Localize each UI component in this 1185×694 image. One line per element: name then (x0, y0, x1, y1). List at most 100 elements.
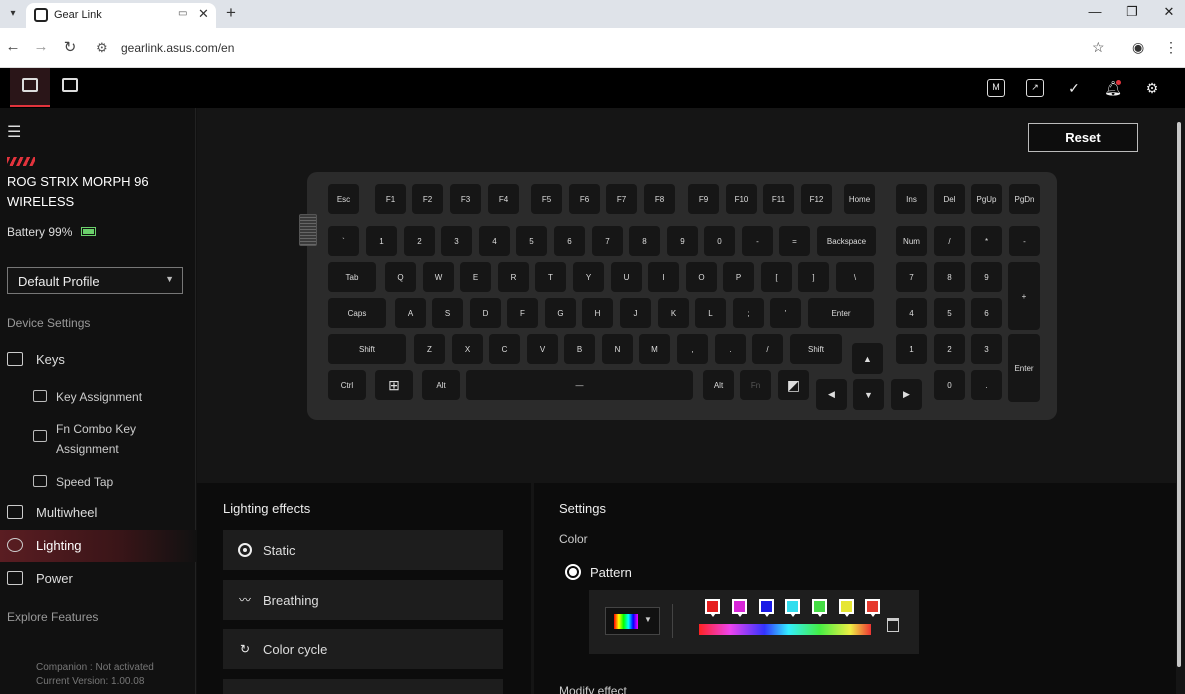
color-stop-handle[interactable] (839, 599, 854, 617)
minimize-button[interactable]: — (1085, 4, 1105, 19)
key[interactable]: PgUp (971, 184, 1002, 214)
key[interactable]: 4 (479, 226, 510, 256)
key[interactable]: Shift (790, 334, 842, 364)
key[interactable]: . (971, 370, 1002, 400)
key[interactable]: Z (414, 334, 445, 364)
key[interactable]: 9 (667, 226, 698, 256)
memory-saver-icon[interactable]: ▭ (178, 8, 187, 19)
profile-icon[interactable]: ◉ (1132, 39, 1144, 56)
key[interactable]: F2 (412, 184, 443, 214)
hamburger-menu-icon[interactable]: ☰ (7, 122, 21, 142)
key[interactable]: 5 (934, 298, 965, 328)
key[interactable]: F9 (688, 184, 719, 214)
key[interactable]: F8 (644, 184, 675, 214)
site-info-icon[interactable]: ⚙ (96, 40, 108, 56)
key[interactable]: F4 (488, 184, 519, 214)
sidebar-subitem-key-assignment[interactable]: Key Assignment (0, 385, 196, 409)
window-close-button[interactable]: ✕ (1159, 4, 1179, 20)
key[interactable]: , (677, 334, 708, 364)
sidebar-item-power[interactable]: Power (0, 563, 196, 595)
key[interactable]: U (611, 262, 642, 292)
color-stop-handle[interactable] (785, 599, 800, 617)
profile-select[interactable]: Default Profile ▼ (7, 267, 183, 294)
key[interactable]: 1 (366, 226, 397, 256)
key[interactable]: W (423, 262, 454, 292)
key[interactable]: + (1008, 262, 1040, 330)
store-tab[interactable] (50, 68, 90, 108)
key[interactable]: C (489, 334, 520, 364)
key[interactable]: 2 (934, 334, 965, 364)
key[interactable]: R (498, 262, 529, 292)
key[interactable]: F11 (763, 184, 794, 214)
color-stop-handle[interactable] (732, 599, 747, 617)
key[interactable]: Tab (328, 262, 376, 292)
restore-button[interactable]: ❐ (1122, 4, 1142, 20)
reload-icon[interactable]: ↻ (61, 38, 79, 56)
sidebar-subitem-fn-combo[interactable]: Fn Combo Key Assignment (0, 418, 196, 462)
key[interactable]: 7 (896, 262, 927, 292)
multiwheel-knob[interactable] (299, 214, 317, 246)
key[interactable]: Ins (896, 184, 927, 214)
key[interactable]: E (460, 262, 491, 292)
key[interactable]: Ctrl (328, 370, 366, 400)
settings-gear-icon[interactable]: ⚙ (1143, 79, 1161, 97)
key[interactable]: [ (761, 262, 792, 292)
key[interactable]: 3 (971, 334, 1002, 364)
key[interactable]: ▼ (853, 379, 884, 410)
key[interactable]: 5 (516, 226, 547, 256)
forward-icon[interactable]: → (32, 38, 50, 55)
key[interactable]: ⊞ (375, 370, 413, 400)
new-tab-button[interactable]: + (226, 3, 236, 23)
key[interactable]: 1 (896, 334, 927, 364)
key[interactable]: Alt (422, 370, 460, 400)
key[interactable]: ` (328, 226, 359, 256)
devices-tab[interactable] (10, 68, 50, 107)
key[interactable]: Esc (328, 184, 359, 214)
key[interactable]: F7 (606, 184, 637, 214)
bookmark-star-icon[interactable]: ☆ (1092, 39, 1105, 56)
back-icon[interactable]: ← (4, 38, 22, 55)
update-icon[interactable]: ↗ (1026, 79, 1044, 97)
key[interactable]: J (620, 298, 651, 328)
key[interactable]: Enter (808, 298, 874, 328)
key[interactable]: / (752, 334, 783, 364)
sidebar-item-multiwheel[interactable]: Multiwheel (0, 497, 196, 529)
trash-icon[interactable] (887, 618, 899, 632)
key[interactable]: ◩ (778, 370, 809, 400)
key[interactable]: F12 (801, 184, 832, 214)
key[interactable]: Alt (703, 370, 734, 400)
key[interactable]: \ (836, 262, 874, 292)
color-stop-handle[interactable] (865, 599, 880, 617)
sidebar-subitem-speed-tap[interactable]: Speed Tap (0, 470, 196, 494)
key[interactable]: 0 (704, 226, 735, 256)
key[interactable]: Shift (328, 334, 406, 364)
explore-features-label[interactable]: Explore Features (7, 610, 98, 624)
key[interactable]: 6 (971, 298, 1002, 328)
gradient-bar[interactable] (699, 624, 871, 635)
key[interactable]: T (535, 262, 566, 292)
key[interactable]: L (695, 298, 726, 328)
key[interactable]: 6 (554, 226, 585, 256)
key[interactable]: - (1009, 226, 1040, 256)
key[interactable]: 3 (441, 226, 472, 256)
browser-tab[interactable]: Gear Link ▭ ✕ (26, 3, 216, 28)
key[interactable]: 9 (971, 262, 1002, 292)
key[interactable]: F6 (569, 184, 600, 214)
key[interactable]: 7 (592, 226, 623, 256)
pattern-radio[interactable] (565, 564, 581, 580)
key[interactable]: B (564, 334, 595, 364)
key[interactable]: = (779, 226, 810, 256)
key[interactable]: M (639, 334, 670, 364)
effect-breathing[interactable]: 〰 Breathing (223, 580, 503, 620)
key[interactable]: G (545, 298, 576, 328)
url-field[interactable]: gearlink.asus.com/en (121, 41, 234, 55)
key[interactable]: PgDn (1009, 184, 1040, 214)
key[interactable]: 2 (404, 226, 435, 256)
key[interactable]: H (582, 298, 613, 328)
key[interactable]: 8 (629, 226, 660, 256)
key[interactable]: Home (844, 184, 875, 214)
key[interactable]: F5 (531, 184, 562, 214)
key[interactable]: ▶ (891, 379, 922, 410)
key[interactable]: D (470, 298, 501, 328)
reset-button[interactable]: Reset (1028, 123, 1138, 152)
